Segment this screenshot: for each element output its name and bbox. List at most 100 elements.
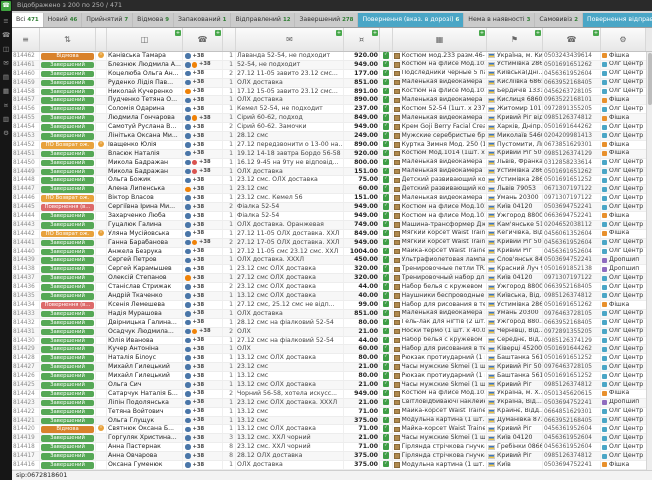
social-icon[interactable] — [185, 391, 191, 397]
social-icon[interactable] — [185, 373, 191, 379]
customer-name[interactable]: Ксенія Лемешева — [107, 301, 183, 309]
phone-number[interactable]: 0985126374812 — [543, 452, 601, 460]
customer-name[interactable]: Віктор Власов — [107, 194, 183, 202]
customer-name[interactable]: Юлія Иванова — [107, 337, 183, 345]
social-icon[interactable] — [185, 107, 191, 113]
phone-number[interactable]: 0971307197122 — [543, 274, 601, 282]
table-row[interactable]: 814454ЗавершенийСамотуй Руслана В...+382… — [12, 123, 646, 132]
phone-number[interactable]: 0663952168405 — [543, 319, 601, 327]
phone-number[interactable]: 0976463728105 — [543, 363, 601, 371]
table-row[interactable]: 814424ЗавершенийСатарчук Наталія Б...+38… — [12, 390, 646, 399]
table-row[interactable]: 814416ЗавершенийОксана Гуменюк+381ОЛХ до… — [12, 461, 646, 470]
info-icon[interactable]: i — [98, 141, 104, 147]
customer-name[interactable]: Анна Овчарова — [107, 452, 183, 460]
social-icon[interactable] — [185, 222, 191, 228]
customer-name[interactable]: Соломія Одарина — [107, 105, 183, 113]
phone-number[interactable]: 0985126374129 — [543, 337, 601, 345]
table-row[interactable]: 814446ПО Возврат ож.Віктор Власов+38123.… — [12, 194, 646, 203]
phone-number[interactable]: 0501691651262 — [543, 61, 601, 69]
phone-number[interactable]: 0985126374812 — [543, 381, 601, 389]
table-row[interactable]: 814440ЗавершенийАнжела Безрука+38127.12 … — [12, 248, 646, 257]
tab-Повернення (вказ. в дорозі)[interactable]: Повернення (вказ. в дорозі)6 — [358, 13, 464, 27]
phone-app-icon[interactable]: ☎ — [1, 1, 11, 11]
social-icon[interactable] — [185, 124, 191, 130]
customer-name[interactable]: Блезнюк Людмила А... — [107, 61, 183, 69]
phone-number[interactable]: 0663952168405 — [543, 417, 601, 425]
column-paid[interactable] — [380, 28, 393, 51]
scrollbar-thumb[interactable] — [648, 53, 652, 105]
phone-number[interactable]: 0503694752241 — [543, 399, 601, 407]
customer-name[interactable]: Николай Кучеренко — [107, 88, 183, 96]
social-icon[interactable] — [185, 409, 191, 415]
customer-name[interactable]: Ольга Глущук — [107, 417, 183, 425]
social-icon[interactable] — [185, 355, 191, 361]
column-status[interactable]: ⇅ — [40, 28, 96, 51]
customer-name[interactable]: Захарченко Люба — [107, 212, 183, 220]
table-row[interactable]: 814447ЗавершенийАлена Липенська+38123.12… — [12, 185, 646, 194]
social-icon[interactable] — [185, 231, 191, 237]
phone-number[interactable]: 0456061352604 — [543, 230, 601, 238]
customer-name[interactable]: Алена Липенська — [107, 185, 183, 193]
phone-number[interactable]: 0204209981413 — [543, 132, 601, 140]
table-row[interactable]: 814442ПО Возврат ож.iУляна Мусійовська+3… — [12, 230, 646, 239]
social-icon[interactable] — [185, 400, 191, 406]
table-row[interactable]: 814422ЗавершенийТетяна Войтович+38113.12… — [12, 408, 646, 417]
social-icon[interactable] — [185, 311, 191, 317]
customer-name[interactable]: Двірницька Галина... — [107, 319, 183, 327]
table-row[interactable]: 814455ЗавершенийЛюдмила Гончарова+381Сір… — [12, 114, 646, 123]
phone-number[interactable]: 0501691644262 — [543, 345, 601, 353]
phone-number[interactable]: 0456361952604 — [543, 443, 601, 451]
info-icon[interactable]: i — [98, 52, 104, 58]
tab-Всі[interactable]: Всі471 — [12, 13, 44, 27]
social-icon[interactable] — [185, 338, 191, 344]
table-row[interactable]: 814439ЗавершенийСергей Петров+381ОЛХ дос… — [12, 256, 646, 265]
add-filter-button[interactable]: + — [593, 30, 599, 36]
table-row[interactable]: 814459ЗавершенийРуденко Лідія Пав...+381… — [12, 79, 646, 88]
social-icon[interactable] — [185, 427, 191, 433]
social-icon[interactable] — [185, 435, 191, 441]
table-row[interactable]: 814420ВідмоваiСвятнюк Оксана Б...+38113.… — [12, 425, 646, 434]
phone-number[interactable]: 0204652038112 — [543, 221, 601, 229]
customer-name[interactable]: Олексій Степанов — [107, 274, 183, 282]
products-icon[interactable]: ▦ — [3, 88, 9, 95]
table-row[interactable]: 814418ЗавершенийАнна Пастернак+38823.12 … — [12, 443, 646, 452]
phone-number[interactable]: 0456361952604 — [543, 239, 601, 247]
customer-name[interactable]: Микола Бадражан — [107, 159, 183, 167]
table-row[interactable]: 814436ЗавершенийСтаніслав Стрижак+38223.… — [12, 283, 646, 292]
social-icon[interactable] — [185, 284, 191, 290]
add-filter-button[interactable]: + — [336, 30, 342, 36]
tab-Відправлений[interactable]: Відправлений12 — [231, 13, 295, 27]
phone-number[interactable]: 0503694752241 — [543, 461, 601, 469]
social-icon[interactable] — [185, 382, 191, 388]
add-filter-button[interactable]: + — [175, 30, 181, 36]
table-row[interactable]: 814426ЗавершенийМихайл Гилецький+38113.1… — [12, 372, 646, 381]
social-icon[interactable] — [185, 53, 191, 59]
customer-name[interactable]: Михайл Гилецький — [107, 363, 183, 371]
table-row[interactable]: 814419ЗавершенийГоргуляк Христина...+383… — [12, 434, 646, 443]
social-icon[interactable] — [185, 293, 191, 299]
social-icon[interactable] — [185, 347, 191, 353]
table-row[interactable]: 814453ЗавершенийЛінітька Оксана Ми...+38… — [12, 132, 646, 141]
contacts-icon[interactable]: ◫ — [3, 46, 9, 53]
social-icon[interactable] — [185, 169, 191, 175]
column-calls[interactable] — [223, 28, 236, 51]
social-icon[interactable] — [192, 240, 198, 246]
stats-icon[interactable]: ▥ — [3, 116, 9, 123]
customer-name[interactable]: Михайл Гилецький — [107, 372, 183, 380]
customer-name[interactable]: Канівська Тамара — [107, 52, 183, 60]
customer-name[interactable]: Сергіївна Ірина Ми... — [107, 203, 183, 211]
customer-name[interactable]: Тетяна Войтович — [107, 408, 183, 416]
info-icon[interactable]: i — [98, 425, 104, 431]
customer-name[interactable]: Уляна Мусійовська — [107, 230, 183, 238]
customer-name[interactable]: Анжела Безрука — [107, 248, 183, 256]
phone-number[interactable]: 0501691644262 — [543, 123, 601, 131]
phone-number[interactable]: 0663952168405 — [543, 79, 601, 87]
orders-icon[interactable]: ▤ — [3, 74, 9, 81]
table-row[interactable]: 814457ЗавершенийПудченко Тетяна О...+381… — [12, 96, 646, 105]
social-icon[interactable] — [185, 98, 191, 104]
column-customer[interactable]: ◫+ — [107, 28, 183, 51]
social-icon[interactable] — [185, 275, 191, 281]
phone-number[interactable]: 0501345620615 — [543, 390, 601, 398]
column-product[interactable]: ▦+ — [393, 28, 487, 51]
phone-number[interactable]: 0501691651252 — [543, 372, 601, 380]
